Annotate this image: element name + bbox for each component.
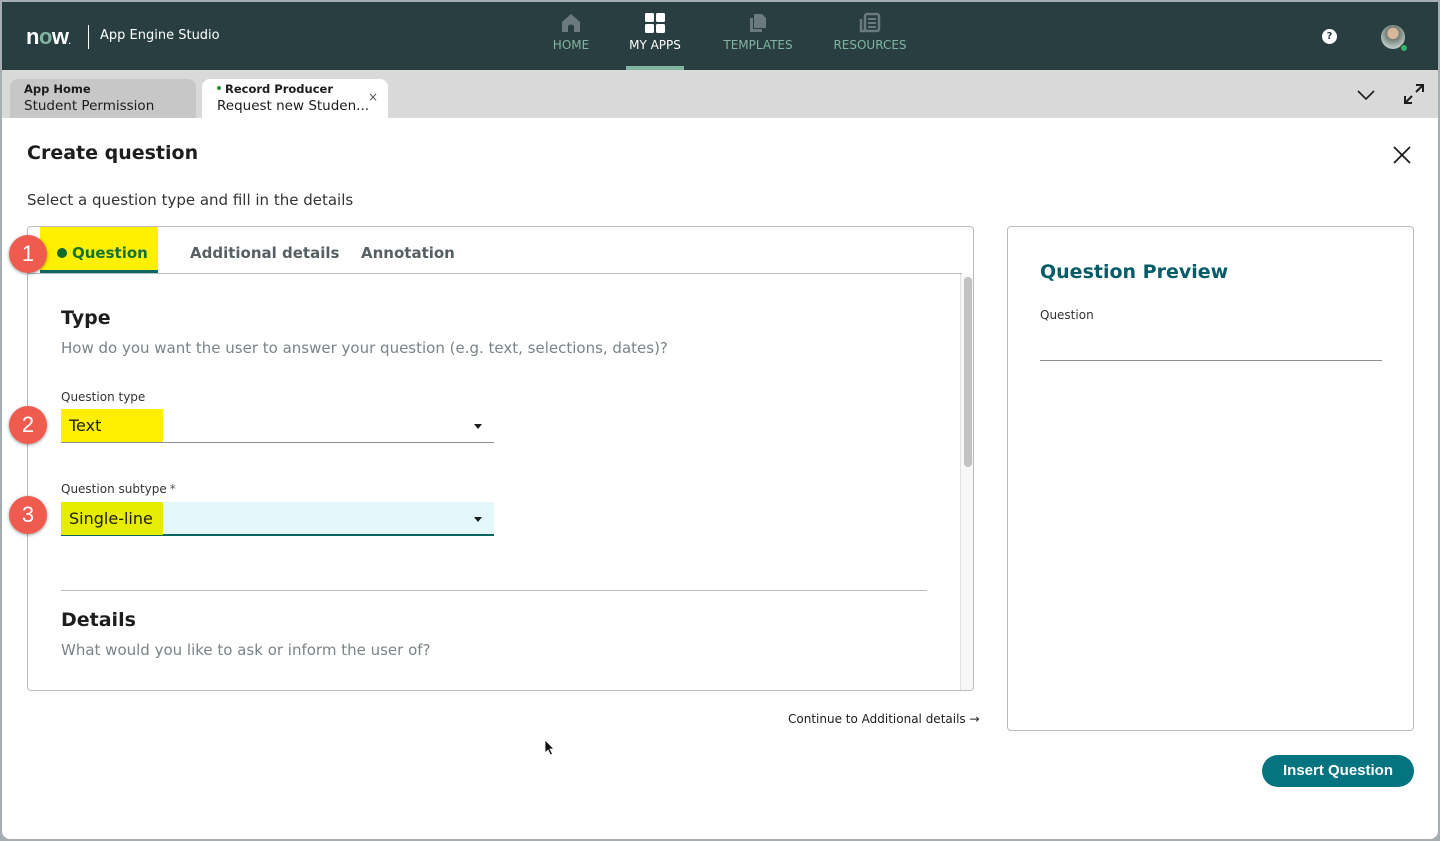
nav-templates[interactable]: TEMPLATES	[719, 12, 797, 70]
form-scrollbar[interactable]	[960, 274, 973, 690]
tab-app-home-title: App Home	[24, 82, 91, 96]
scrollbar-thumb[interactable]	[964, 277, 972, 467]
dropdown-caret-icon	[474, 517, 482, 522]
question-type-select[interactable]: Text	[61, 409, 494, 443]
nav-resources-label: RESOURCES	[833, 38, 907, 52]
grid-icon	[645, 13, 665, 33]
type-section-title: Type	[61, 307, 111, 329]
required-asterisk: *	[169, 482, 176, 496]
documents-icon	[750, 14, 766, 32]
tab-question[interactable]: Question	[40, 227, 158, 273]
question-type-label: Question type	[61, 390, 146, 404]
details-section-title: Details	[61, 609, 136, 631]
annotation-badge-3: 3	[9, 496, 47, 534]
nav-home[interactable]: HOME	[548, 12, 594, 70]
annotation-badge-2: 2	[9, 406, 47, 444]
nav-my-apps[interactable]: MY APPS	[626, 12, 684, 70]
modal-subtitle: Select a question type and fill in the d…	[27, 191, 354, 209]
type-section-description: How do you want the user to answer your …	[61, 339, 668, 357]
status-dot-icon	[57, 248, 67, 258]
app-tab-bar: App Home Student Permission Record Produ…	[2, 70, 1438, 118]
details-section-description: What would you like to ask or inform the…	[61, 641, 431, 659]
top-nav-bar: now. App Engine Studio HOME MY APPS TEMP…	[2, 2, 1438, 70]
user-avatar[interactable]	[1381, 25, 1408, 52]
nav-my-apps-label: MY APPS	[629, 38, 681, 52]
close-icon[interactable]	[1390, 143, 1414, 167]
app-window: now. App Engine Studio HOME MY APPS TEMP…	[2, 2, 1438, 839]
tab-app-home-subtitle: Student Permission	[24, 98, 155, 114]
question-subtype-select[interactable]: Single-line	[61, 502, 494, 536]
question-subtype-label-text: Question subtype	[61, 482, 167, 496]
presence-indicator	[1400, 44, 1408, 52]
newspaper-icon	[859, 12, 881, 33]
question-subtype-label: Question subtype *	[61, 482, 176, 496]
servicenow-logo[interactable]: now.	[26, 24, 71, 50]
tab-record-producer[interactable]: Record Producer Request new Studen... ×	[202, 79, 388, 118]
help-icon[interactable]: ?	[1322, 29, 1337, 44]
modal-title: Create question	[27, 142, 199, 164]
section-divider	[61, 590, 927, 591]
nav-resources[interactable]: RESOURCES	[830, 12, 910, 70]
expand-icon[interactable]	[1402, 82, 1426, 106]
tab-record-producer-subtitle: Request new Studen...	[217, 98, 370, 114]
app-name: App Engine Studio	[100, 28, 220, 43]
unsaved-dot-icon	[217, 85, 221, 90]
preview-question-label: Question	[1040, 308, 1094, 322]
tab-question-label: Question	[72, 244, 148, 262]
nav-templates-label: TEMPLATES	[723, 38, 793, 52]
logo-divider	[88, 25, 89, 49]
tab-app-home[interactable]: App Home Student Permission	[10, 79, 196, 118]
question-type-value: Text	[61, 409, 163, 442]
tab-additional-details[interactable]: Additional details	[190, 227, 339, 273]
question-preview-panel: Question Preview Question	[1007, 226, 1414, 731]
dropdown-caret-icon	[474, 424, 482, 429]
home-icon	[562, 14, 580, 32]
tab-close-icon[interactable]: ×	[368, 90, 378, 104]
question-subtype-value: Single-line	[61, 502, 163, 535]
preview-question-input[interactable]	[1040, 335, 1382, 361]
mouse-cursor-icon	[544, 739, 555, 756]
tab-annotation[interactable]: Annotation	[361, 227, 455, 273]
tab-record-producer-title: Record Producer	[225, 82, 333, 96]
tabs-divider	[28, 273, 962, 274]
chevron-down-icon[interactable]	[1355, 84, 1377, 106]
nav-home-label: HOME	[552, 38, 590, 52]
question-form-panel: Question Additional details Annotation T…	[27, 226, 974, 691]
preview-title: Question Preview	[1040, 261, 1229, 283]
continue-to-additional-details-link[interactable]: Continue to Additional details →	[788, 712, 980, 726]
annotation-badge-1: 1	[9, 235, 47, 273]
insert-question-button[interactable]: Insert Question	[1262, 755, 1414, 787]
